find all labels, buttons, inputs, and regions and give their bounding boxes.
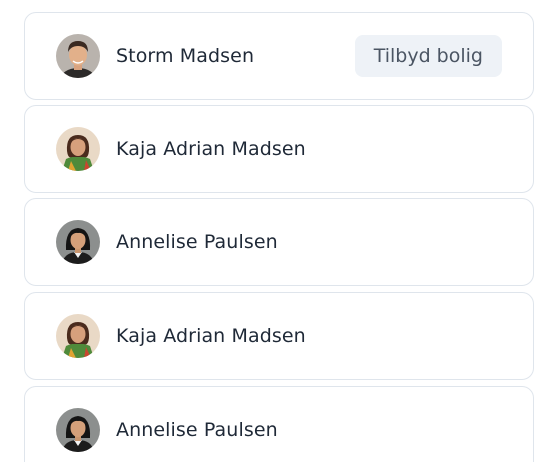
person-name: Kaja Adrian Madsen (116, 325, 306, 347)
woman-dark-hair-portrait-icon (56, 220, 100, 264)
person-name: Storm Madsen (116, 45, 255, 67)
man-portrait-icon (56, 34, 100, 78)
avatar (56, 314, 100, 358)
woman-dark-hair-portrait-icon (56, 408, 100, 452)
list-item[interactable]: Annelise Paulsen (24, 198, 534, 286)
list-item[interactable]: Storm Madsen Tilbyd bolig (24, 12, 534, 100)
avatar (56, 220, 100, 264)
list-item[interactable]: Kaja Adrian Madsen (24, 292, 534, 380)
list-item[interactable]: Kaja Adrian Madsen (24, 105, 534, 193)
person-name: Annelise Paulsen (116, 419, 278, 441)
people-list: Storm Madsen Tilbyd bolig Kaja Adrian Ma… (0, 0, 560, 462)
avatar (56, 34, 100, 78)
woman-colorful-portrait-icon (56, 127, 100, 171)
woman-colorful-portrait-icon (56, 314, 100, 358)
offer-housing-button[interactable]: Tilbyd bolig (354, 35, 502, 77)
list-item[interactable]: Annelise Paulsen (24, 386, 534, 462)
avatar (56, 408, 100, 452)
person-name: Kaja Adrian Madsen (116, 138, 306, 160)
person-name: Annelise Paulsen (116, 231, 278, 253)
avatar (56, 127, 100, 171)
